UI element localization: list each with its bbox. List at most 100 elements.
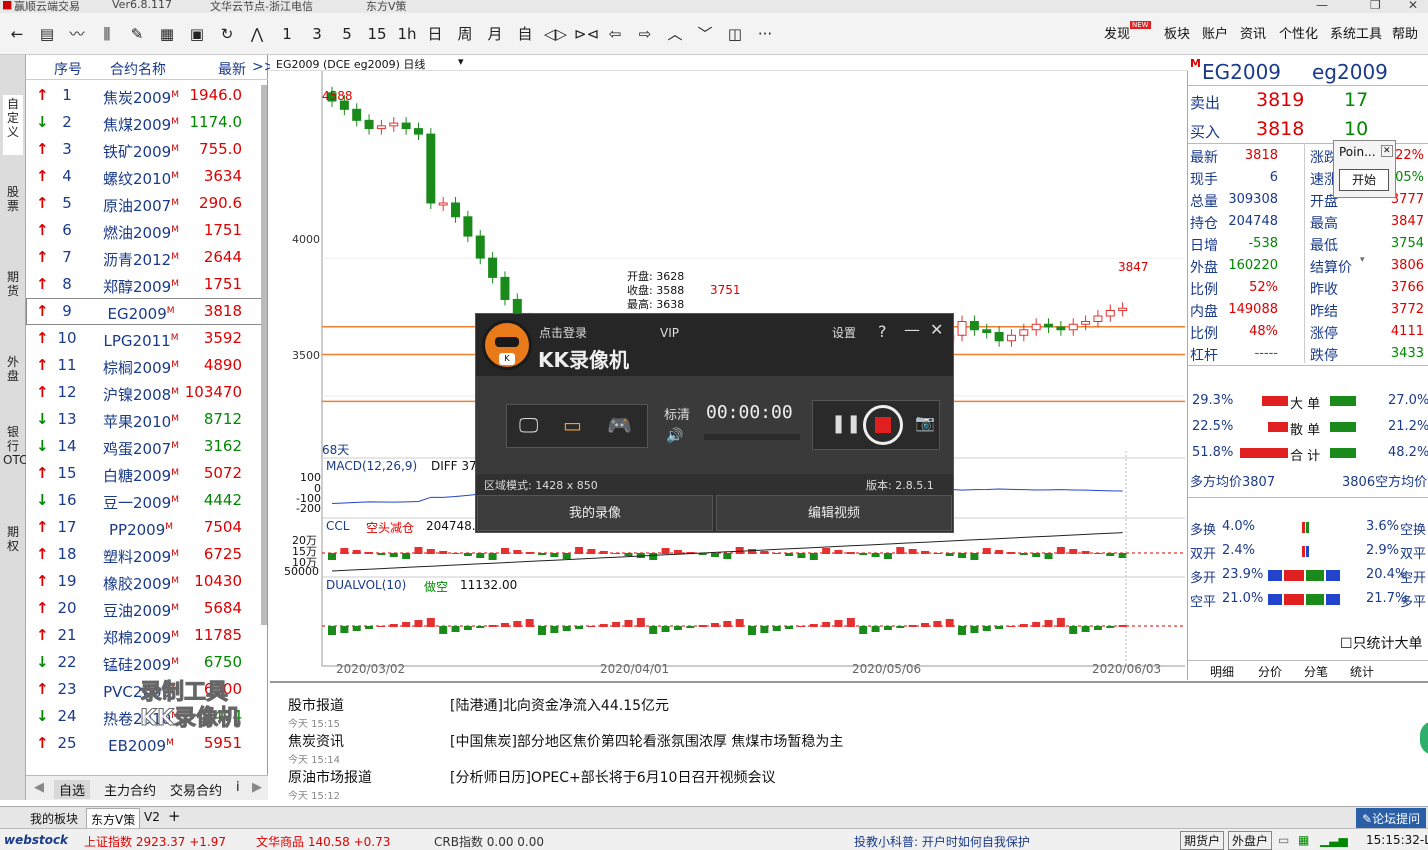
right-icon[interactable]: ⇨ xyxy=(634,21,656,47)
period-custom[interactable]: 自 xyxy=(514,21,536,47)
sh-index[interactable]: 上证指数 2923.37 +1.97 xyxy=(84,833,226,850)
period-month[interactable]: 月 xyxy=(484,21,506,47)
kk-close-icon[interactable]: ✕ xyxy=(930,320,943,339)
watchlist-row[interactable]: ↑ 17 PP2009M 7504 xyxy=(26,514,262,541)
more-button[interactable]: ··· xyxy=(754,21,776,47)
ws-tab-v2[interactable]: V2 xyxy=(144,810,160,824)
watchlist-row[interactable]: ↑ 9 EG2009M 3818 xyxy=(26,298,262,325)
futures-account-button[interactable]: 期货户 xyxy=(1180,831,1225,850)
kk-quality[interactable]: 标清 xyxy=(664,404,690,423)
watchlist-scrollbar[interactable] xyxy=(261,85,267,625)
watchlist-row[interactable]: ↑ 21 郑棉2009M 11785 xyxy=(26,622,262,649)
col-last[interactable]: 最新 xyxy=(218,59,246,79)
news-source-1[interactable]: 焦炭资讯 xyxy=(288,731,344,751)
left-icon[interactable]: ⇦ xyxy=(604,21,626,47)
ask-price[interactable]: 3819 xyxy=(1256,89,1304,111)
watchlist-row[interactable]: ↑ 7 沥青2012M 2644 xyxy=(26,244,262,271)
popup-start-button[interactable]: 开始 xyxy=(1339,169,1389,191)
kk-volume-bar[interactable] xyxy=(704,434,800,440)
watchlist-row[interactable]: ↑ 20 豆油2009M 5684 xyxy=(26,595,262,622)
wl-tab-info[interactable]: i xyxy=(236,780,240,795)
draw-icon[interactable]: ✎ xyxy=(126,21,148,47)
maximize-icon[interactable]: ❐ xyxy=(1370,0,1381,12)
period-dropdown-icon[interactable]: ▾ xyxy=(458,55,464,68)
trend-icon[interactable]: 〰 xyxy=(66,21,88,47)
period-day[interactable]: 日 xyxy=(424,21,446,47)
news-source-2[interactable]: 原油市场报道 xyxy=(288,767,372,787)
up-icon[interactable]: ︿ xyxy=(664,21,686,47)
period-5[interactable]: 5 xyxy=(336,21,358,47)
watchlist-row[interactable]: ↑ 12 沪镍2008M 103470 xyxy=(26,379,262,406)
kk-region-icon[interactable]: ▭ xyxy=(563,413,582,437)
kk-volume-icon[interactable]: 🔊 xyxy=(666,428,683,444)
tab-stocks[interactable]: 股票 xyxy=(3,185,23,213)
kk-fullscreen-icon[interactable]: 🖵 xyxy=(519,413,538,437)
period-1h[interactable]: 1h xyxy=(394,21,420,47)
zoom-icon[interactable]: ◁▷ xyxy=(544,21,567,47)
tip-text[interactable]: 投教小科普: 开户时如何自我保护 xyxy=(854,833,1030,850)
big-only-checkbox[interactable]: ☐只统计大单 xyxy=(1340,633,1423,653)
watchlist-row[interactable]: ↑ 8 郑醇2009M 1751 xyxy=(26,271,262,298)
side-float-icon[interactable] xyxy=(1420,721,1428,755)
watchlist-row[interactable]: ↑ 25 EB2009M 5951 xyxy=(26,730,262,757)
chart-symbol[interactable]: EG2009 (DCE eg2009) 日线 xyxy=(276,56,425,72)
wl-prev-icon[interactable]: ◀ xyxy=(34,780,44,795)
kk-record-button[interactable] xyxy=(863,405,903,445)
macd-label[interactable]: MACD(12,26,9) xyxy=(326,459,417,473)
tab-options[interactable]: 期权 xyxy=(3,525,23,553)
news-item-2[interactable]: [分析师日历]OPEC+部长将于6月10日召开视频会议 xyxy=(450,767,775,787)
indicator-icon[interactable]: ⋀ xyxy=(246,21,268,47)
watchlist-row[interactable]: ↓ 16 豆一2009M 4442 xyxy=(26,487,262,514)
watchlist-row[interactable]: ↓ 2 焦煤2009M 1174.0 xyxy=(26,109,262,136)
menu-personalize[interactable]: 个性化 xyxy=(1279,23,1318,42)
watchlist-row[interactable]: ↑ 10 LPG2011M 3592 xyxy=(26,325,262,352)
ws-tab-my[interactable]: 我的板块 xyxy=(30,810,78,827)
tab-bank-otc[interactable]: 银行OTC xyxy=(3,425,27,467)
tab-overseas[interactable]: 外盘 xyxy=(3,355,23,383)
period-1[interactable]: 1 xyxy=(276,21,298,47)
overseas-account-button[interactable]: 外盘户 xyxy=(1228,831,1273,850)
wl-next-icon[interactable]: ▶ xyxy=(252,780,262,795)
watchlist-row[interactable]: ↑ 15 白糖2009M 5072 xyxy=(26,460,262,487)
news-item-1[interactable]: [中国焦炭]部分地区焦价第四轮看涨氛围浓厚 焦煤市场暂稳为主 xyxy=(450,731,843,751)
compress-icon[interactable]: ⊳⊲ xyxy=(574,21,599,47)
watchlist-row[interactable]: ↑ 3 铁矿2009M 755.0 xyxy=(26,136,262,163)
candle-icon[interactable]: ⫼ xyxy=(96,21,118,47)
news-source-0[interactable]: 股市报道 xyxy=(288,695,344,715)
kk-pause-icon[interactable]: ❚❚ xyxy=(831,413,861,434)
watchlist-row[interactable]: ↑ 4 螺纹2010M 3634 xyxy=(26,163,262,190)
menu-sector[interactable]: 板块 xyxy=(1164,23,1190,42)
period-15[interactable]: 15 xyxy=(364,21,390,47)
ws-add-tab[interactable]: + xyxy=(168,807,181,825)
kk-help-icon[interactable]: ? xyxy=(878,322,887,341)
kk-minimize-icon[interactable]: — xyxy=(904,320,920,339)
kk-vip[interactable]: VIP xyxy=(660,326,679,340)
kk-login-link[interactable]: 点击登录 xyxy=(539,324,587,341)
watchlist-row[interactable]: ↑ 11 棕榈2009M 4890 xyxy=(26,352,262,379)
quote-tab-stat[interactable]: 统计 xyxy=(1350,663,1374,680)
col-name[interactable]: 合约名称 xyxy=(110,59,166,79)
quote-tab-price[interactable]: 分价 xyxy=(1258,663,1282,680)
period-week[interactable]: 周 xyxy=(454,21,476,47)
watchlist-row[interactable]: ↑ 5 原油2007M 290.6 xyxy=(26,190,262,217)
watchlist-row[interactable]: ↑ 1 焦炭2009M 1946.0 xyxy=(26,82,262,109)
popup-close-icon[interactable]: ✕ xyxy=(1381,145,1393,157)
wl-tab-main[interactable]: 主力合约 xyxy=(104,780,156,799)
crb-index[interactable]: CRB指数 0.00 0.00 xyxy=(434,833,544,850)
watchlist-row[interactable]: ↓ 14 鸡蛋2007M 3162 xyxy=(26,433,262,460)
save-icon[interactable]: ▣ xyxy=(186,21,208,47)
tab-watchlist[interactable]: 自定义 xyxy=(3,95,23,155)
quote-tab-tick[interactable]: 分笔 xyxy=(1304,663,1328,680)
kk-edit-video-button[interactable]: 编辑视频 xyxy=(716,495,952,531)
news-item-0[interactable]: [陆港通]北向资金净流入44.15亿元 xyxy=(450,695,669,715)
close-icon[interactable]: ✕ xyxy=(1408,0,1418,12)
wh-index[interactable]: 文华商品 140.58 +0.73 xyxy=(256,833,390,850)
kk-settings-link[interactable]: 设置 xyxy=(832,324,856,341)
back-icon[interactable]: ← xyxy=(6,21,28,47)
menu-account[interactable]: 账户 xyxy=(1202,23,1228,42)
menu-system-tools[interactable]: 系统工具 xyxy=(1330,23,1382,42)
grid-icon[interactable]: ▦ xyxy=(156,21,178,47)
ccl-label[interactable]: CCL xyxy=(326,519,349,533)
watchlist-row[interactable]: ↑ 6 燃油2009M 1751 xyxy=(26,217,262,244)
kk-screenshot-icon[interactable]: 📷 xyxy=(915,413,935,432)
